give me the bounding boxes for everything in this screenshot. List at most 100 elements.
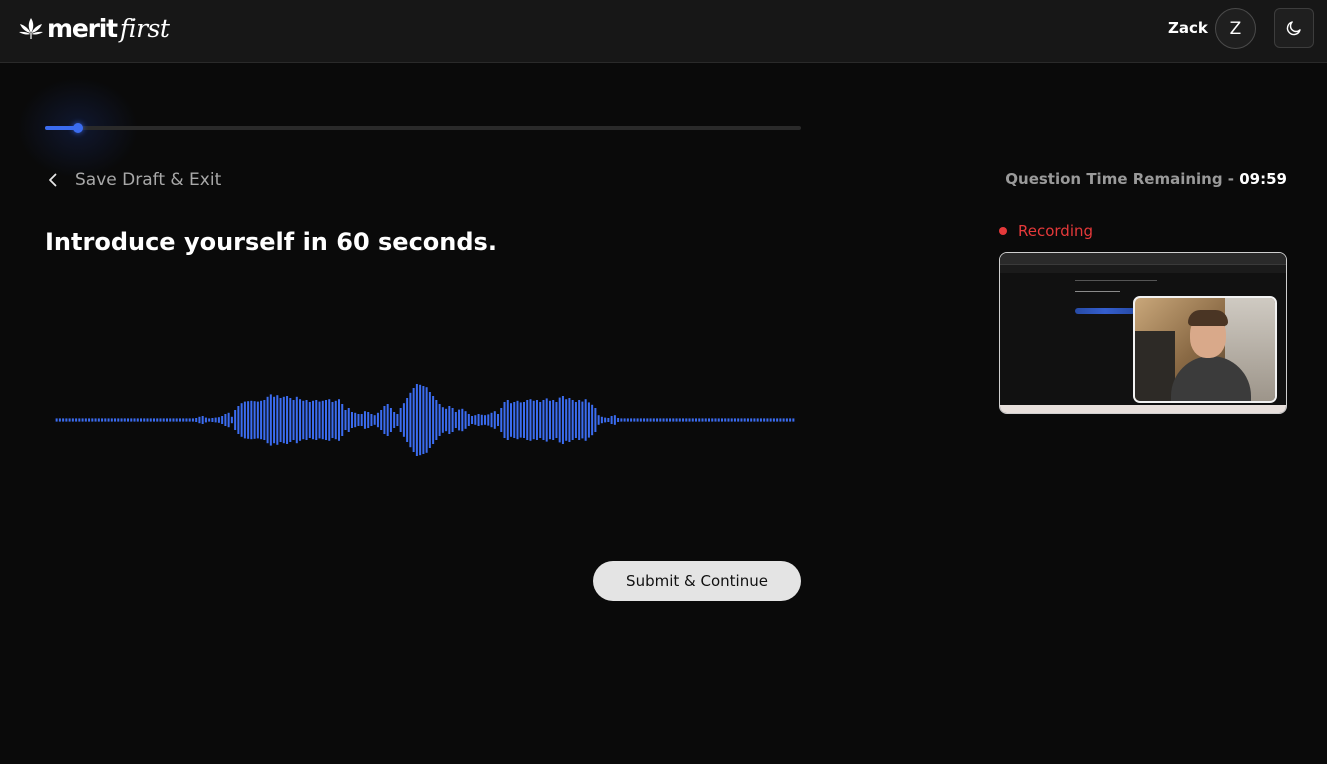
waveform-bar [422, 386, 425, 454]
waveform-bar [65, 418, 68, 422]
waveform-bar [367, 412, 370, 428]
waveform-bar [195, 418, 198, 422]
waveform-bar [230, 416, 233, 424]
waveform-bar [458, 409, 461, 431]
submit-continue-button[interactable]: Submit & Continue [593, 561, 801, 601]
waveform-bar [484, 415, 487, 425]
recording-dot-icon [999, 227, 1007, 235]
user-avatar[interactable]: Z [1215, 8, 1256, 49]
waveform-bar [308, 402, 311, 438]
waveform-bar [123, 418, 126, 422]
waveform-bar [646, 418, 649, 422]
waveform-bar [756, 418, 759, 422]
waveform-bar [331, 402, 334, 438]
avatar-initial: Z [1229, 18, 1242, 39]
waveform-bar [772, 418, 775, 422]
waveform-bar [162, 418, 165, 422]
waveform-bar [247, 401, 250, 439]
waveform-bar [454, 412, 457, 428]
waveform-bar [393, 412, 396, 428]
waveform-bar [68, 418, 71, 422]
waveform-bar [461, 408, 464, 432]
waveform-bar [117, 418, 120, 422]
recording-label: Recording [1018, 222, 1094, 240]
waveform-bar [720, 418, 723, 422]
waveform-bar [600, 416, 603, 424]
waveform-bar [146, 418, 149, 422]
waveform-bar [568, 398, 571, 442]
waveform-bar [373, 415, 376, 425]
waveform-bar [240, 403, 243, 437]
waveform-bar [607, 418, 610, 422]
waveform-bar [558, 397, 561, 443]
save-draft-exit-button[interactable]: Save Draft & Exit [45, 168, 221, 192]
waveform-bar [623, 418, 626, 422]
waveform-bar [435, 400, 438, 440]
waveform-bar [516, 400, 519, 440]
waveform-bar [318, 401, 321, 439]
waveform-bar [792, 418, 795, 422]
waveform-bar [149, 418, 152, 422]
waveform-bar [256, 401, 259, 439]
waveform-bar [389, 408, 392, 432]
waveform-bar [201, 416, 204, 424]
merit-first-logo[interactable]: merit first [18, 12, 170, 44]
waveform-bar [539, 402, 542, 438]
waveform-bar [604, 417, 607, 423]
theme-toggle-button[interactable] [1274, 8, 1314, 48]
waveform-bar [724, 418, 727, 422]
waveform-bar [341, 404, 344, 436]
waveform-bar [743, 418, 746, 422]
logo-text-merit: merit [47, 13, 118, 43]
waveform-bar [682, 418, 685, 422]
waveform-bar [672, 418, 675, 422]
waveform-bar [94, 418, 97, 422]
waveform-bar [497, 414, 500, 426]
user-name: Zack [1168, 19, 1208, 37]
waveform-bar [354, 412, 357, 428]
waveform-bar [357, 414, 360, 426]
waveform-bar [445, 408, 448, 432]
waveform-bar [243, 401, 246, 439]
waveform-bar [214, 417, 217, 423]
waveform-bar [383, 406, 386, 434]
webcam-person-hair [1188, 310, 1228, 326]
waveform-bar [630, 418, 633, 422]
timer-label: Question Time Remaining - [1005, 170, 1240, 188]
waveform-bar [766, 418, 769, 422]
waveform-bar [613, 415, 616, 425]
waveform-bar [234, 410, 237, 430]
waveform-bar [191, 418, 194, 422]
preview-text-line [1075, 291, 1120, 292]
waveform-bar [529, 399, 532, 441]
waveform-bar [591, 404, 594, 436]
waveform-bar [474, 415, 477, 425]
waveform-bar [198, 416, 201, 424]
waveform-bar [217, 417, 220, 423]
waveform-bar [510, 403, 513, 437]
waveform-bar [698, 418, 701, 422]
waveform-bar [337, 399, 340, 441]
screen-recording-preview [999, 252, 1287, 414]
waveform-bar [321, 400, 324, 440]
waveform-bar [785, 418, 788, 422]
waveform-bar [208, 418, 211, 422]
waveform-bar [581, 401, 584, 439]
waveform-bar [253, 401, 256, 439]
waveform-bar [360, 414, 363, 426]
waveform-bar [584, 399, 587, 441]
waveform-bar [487, 414, 490, 426]
waveform-bar [363, 411, 366, 429]
preview-progress-line [1075, 280, 1157, 281]
waveform-bar [101, 418, 104, 422]
waveform-bar [669, 418, 672, 422]
waveform-bar [519, 402, 522, 438]
waveform-bar [659, 418, 662, 422]
waveform-bar [78, 418, 81, 422]
waveform-bar [71, 418, 74, 422]
waveform-bar [662, 418, 665, 422]
waveform-bar [500, 408, 503, 432]
waveform-bar [532, 400, 535, 440]
waveform-bar [269, 394, 272, 446]
waveform-bar [707, 418, 710, 422]
